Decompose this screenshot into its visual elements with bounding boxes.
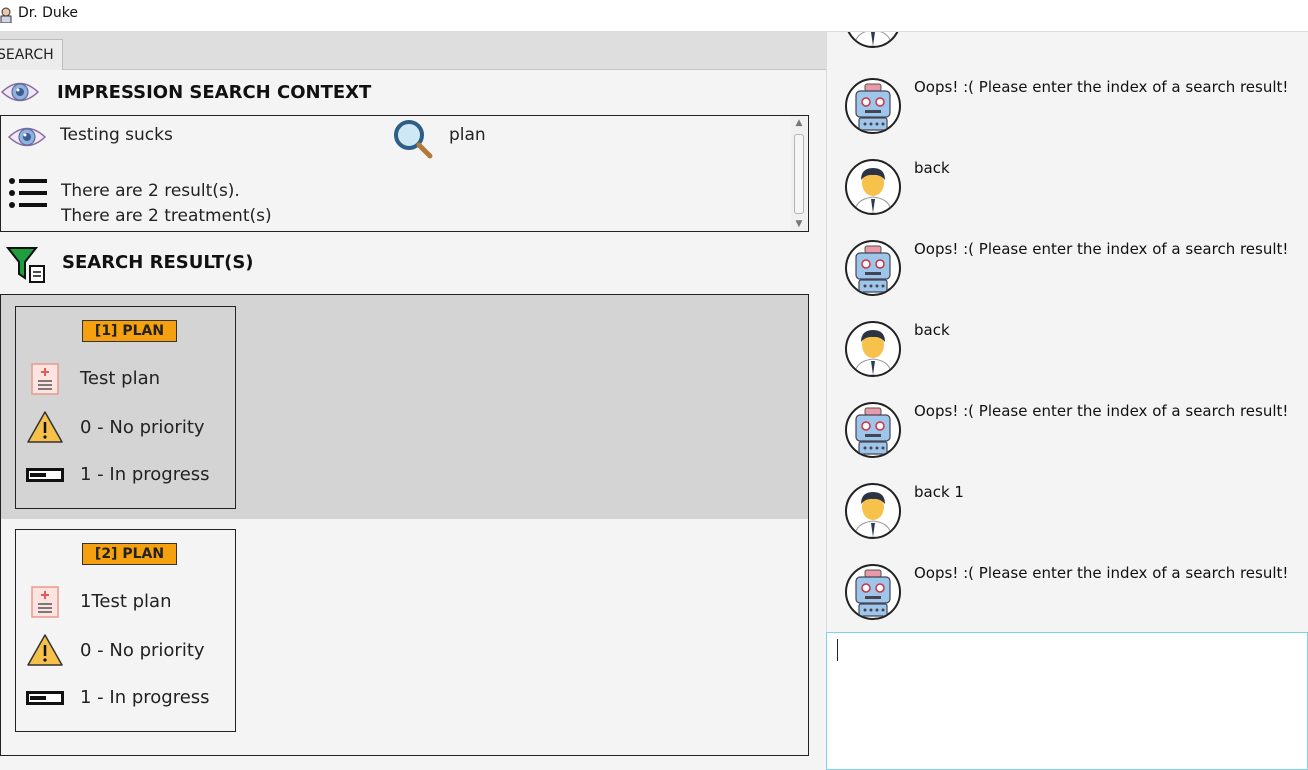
robot-avatar-icon xyxy=(845,564,901,620)
tab-search-label: SEARCH xyxy=(0,47,54,63)
text-caret xyxy=(837,639,838,661)
plan-document-icon xyxy=(31,363,59,395)
eye-icon xyxy=(0,82,40,102)
message-text: back xyxy=(914,321,950,339)
result-priority: 0 - No priority xyxy=(80,640,205,661)
progress-bar-icon xyxy=(26,691,64,705)
user-avatar-icon xyxy=(845,159,901,215)
search-panel: SEARCH IMPRESSION SEARCH CONTEXT Testing… xyxy=(0,32,826,770)
user-avatar-icon xyxy=(845,32,901,48)
results-list: [1] PLAN Test plan 0 - No priority 1 - I… xyxy=(0,294,809,756)
doctor-app-icon xyxy=(0,7,12,23)
message-text: back 1 xyxy=(914,483,964,501)
message-text: Oops! :( Please enter the index of a sea… xyxy=(914,564,1289,582)
result-badge: [1] PLAN xyxy=(82,320,177,342)
robot-avatar-icon xyxy=(845,78,901,134)
scroll-down-icon[interactable]: ▼ xyxy=(794,219,804,229)
search-icon xyxy=(394,120,433,159)
message-text: Oops! :( Please enter the index of a sea… xyxy=(914,78,1289,96)
chat-message-user: back xyxy=(827,321,1308,381)
result-row-1[interactable]: [1] PLAN Test plan 0 - No priority 1 - I… xyxy=(1,295,808,519)
robot-avatar-icon xyxy=(845,240,901,296)
command-input[interactable] xyxy=(826,632,1308,770)
context-box: Testing sucks plan There are 2 result(s)… xyxy=(0,115,809,232)
context-scrollbar[interactable]: ▲ ▼ xyxy=(791,116,807,231)
list-icon xyxy=(9,178,47,208)
treatment-count: There are 2 treatment(s) xyxy=(61,206,272,226)
result-status: 1 - In progress xyxy=(80,464,210,485)
scrollbar-thumb[interactable] xyxy=(794,134,804,214)
chat-message-user xyxy=(827,32,1308,52)
result-card[interactable]: [2] PLAN 1Test plan 0 - No priority 1 - … xyxy=(15,529,236,732)
user-avatar-icon xyxy=(845,321,901,377)
result-card[interactable]: [1] PLAN Test plan 0 - No priority 1 - I… xyxy=(15,306,236,509)
result-row-2[interactable]: [2] PLAN 1Test plan 0 - No priority 1 - … xyxy=(1,519,808,755)
chat-message-bot: Oops! :( Please enter the index of a sea… xyxy=(827,402,1308,462)
result-badge: [2] PLAN xyxy=(82,543,177,565)
window-title: Dr. Duke xyxy=(18,5,79,21)
robot-avatar-icon xyxy=(845,402,901,458)
chat-history[interactable]: Oops! :( Please enter the index of a sea… xyxy=(826,32,1308,632)
filter-icon xyxy=(6,247,45,283)
search-term: plan xyxy=(449,125,486,145)
impression-name: Testing sucks xyxy=(60,125,173,145)
chat-message-user: back 1 xyxy=(827,483,1308,543)
tab-search[interactable]: SEARCH xyxy=(0,39,63,70)
message-text: Oops! :( Please enter the index of a sea… xyxy=(914,240,1289,258)
result-name: 1Test plan xyxy=(80,591,172,612)
plan-document-icon xyxy=(31,586,59,618)
result-status: 1 - In progress xyxy=(80,687,210,708)
chat-message-bot: Oops! :( Please enter the index of a sea… xyxy=(827,78,1308,138)
result-name: Test plan xyxy=(80,368,161,389)
warning-icon xyxy=(27,411,63,443)
message-text: back xyxy=(914,159,950,177)
result-count: There are 2 result(s). xyxy=(61,181,240,201)
impression-eye-icon xyxy=(7,127,47,147)
chat-message-bot: Oops! :( Please enter the index of a sea… xyxy=(827,240,1308,300)
title-bar: Dr. Duke xyxy=(0,0,1308,32)
result-priority: 0 - No priority xyxy=(80,417,205,438)
context-header: IMPRESSION SEARCH CONTEXT xyxy=(57,82,372,103)
user-avatar-icon xyxy=(845,483,901,539)
chat-message-user: back xyxy=(827,159,1308,219)
scroll-up-icon[interactable]: ▲ xyxy=(794,118,804,128)
progress-bar-icon xyxy=(26,468,64,482)
results-header: SEARCH RESULT(S) xyxy=(62,252,254,273)
chat-message-bot: Oops! :( Please enter the index of a sea… xyxy=(827,564,1308,624)
warning-icon xyxy=(27,634,63,666)
message-text: Oops! :( Please enter the index of a sea… xyxy=(914,402,1289,420)
tab-strip: SEARCH xyxy=(0,32,826,70)
